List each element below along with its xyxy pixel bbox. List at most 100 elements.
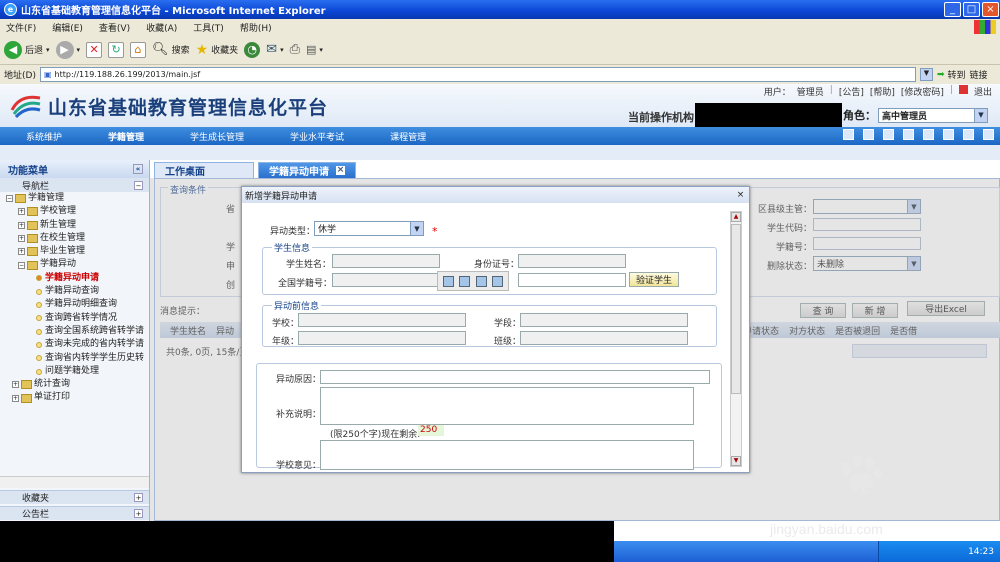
maximize-button[interactable]: □ <box>963 2 980 17</box>
national-no-input[interactable] <box>332 273 440 287</box>
nav-exam[interactable]: 学业水平考试 <box>290 130 344 143</box>
scroll-down-icon[interactable]: ▼ <box>731 456 741 466</box>
nav-panel-header[interactable]: 导航栏 − <box>0 178 149 192</box>
history-icon[interactable]: ◔ <box>244 41 261 58</box>
print-button[interactable]: ⎙ <box>290 42 300 57</box>
scroll-thumb[interactable] <box>731 224 741 394</box>
user-name: 管理员 <box>796 88 824 98</box>
opinion-textarea[interactable] <box>320 440 694 470</box>
grade-input[interactable] <box>298 331 466 345</box>
nav-tool-icon[interactable] <box>923 129 934 140</box>
tree-item[interactable]: + 统计查询 <box>6 378 149 391</box>
forward-arrow-icon: ▶ <box>55 40 74 59</box>
notice-link[interactable]: [公告] <box>839 85 864 98</box>
home-icon[interactable]: ⌂ <box>130 41 147 58</box>
address-dropdown-icon[interactable]: ▼ <box>919 68 933 81</box>
help-link[interactable]: [帮助] <box>870 85 895 98</box>
tree-item[interactable]: + 毕业生管理 <box>6 245 149 258</box>
menu-edit[interactable]: 编辑(E) <box>52 21 83 34</box>
windows-flag-icon <box>974 20 996 34</box>
national-no-input-2[interactable] <box>518 273 626 287</box>
verify-student-button[interactable]: 验证学生 <box>629 272 679 287</box>
search-button[interactable]: 🔍︎ 搜索 <box>152 42 190 57</box>
nav-tool-icon[interactable] <box>883 129 894 140</box>
chevron-down-icon: ▼ <box>410 222 423 235</box>
tree-item[interactable]: + 单证打印 <box>6 391 149 404</box>
tree-item[interactable]: − 学籍异动 <box>6 258 149 271</box>
tree-leaf[interactable]: 查询跨省转学情况 <box>6 312 149 325</box>
nav-tool-icon[interactable] <box>843 129 854 140</box>
menu-view[interactable]: 查看(V) <box>99 21 130 34</box>
role-select[interactable]: 高中管理员 ▼ <box>878 107 988 123</box>
nav-tool-icon[interactable] <box>983 129 994 140</box>
chevron-down-icon: ▼ <box>974 108 987 122</box>
close-button[interactable]: × <box>982 2 999 17</box>
save-icon[interactable] <box>443 275 455 287</box>
menu-favorites[interactable]: 收藏(A) <box>146 21 177 34</box>
id-card-input[interactable] <box>518 254 626 268</box>
tree-leaf[interactable]: 查询全国系统跨省转学请 <box>6 325 149 338</box>
favorites-panel[interactable]: 收藏夹 + <box>0 490 149 504</box>
minimize-button[interactable]: _ <box>944 2 961 17</box>
sidebar-header: 功能菜单 « <box>0 160 149 178</box>
print-icon[interactable] <box>459 275 471 287</box>
student-name-input[interactable] <box>332 254 440 268</box>
tree-item[interactable]: + 学校管理 <box>6 205 149 218</box>
close-tab-icon[interactable]: × <box>336 166 345 175</box>
address-input[interactable]: ▣ http://119.188.26.199/2013/main.jsf <box>39 67 916 82</box>
tree-leaf[interactable]: 学籍异动明细查询 <box>6 298 149 311</box>
reason-input[interactable] <box>320 370 710 384</box>
note-textarea[interactable] <box>320 387 694 425</box>
dialog-title-bar: 新增学籍异动申请 × <box>242 187 749 203</box>
forward-button[interactable]: ▶ ▾ <box>55 40 80 59</box>
notice-panel[interactable]: 公告栏 + <box>0 506 149 520</box>
go-button[interactable]: ➡ 转到 <box>936 68 966 82</box>
tree-leaf[interactable]: 查询未完成的省内转学请 <box>6 338 149 351</box>
nav-tool-icon[interactable] <box>943 129 954 140</box>
transfer-type-select[interactable]: 休学 ▼ <box>314 221 424 236</box>
tree-leaf[interactable]: 查询省内转学学生历史转 <box>6 352 149 365</box>
favorites-button[interactable]: ★ 收藏夹 <box>196 42 239 58</box>
change-password-link[interactable]: [修改密码] <box>901 85 944 98</box>
tree-leaf[interactable]: 问题学籍处理 <box>6 365 149 378</box>
page-icon: ▣ <box>43 70 52 79</box>
go-arrow-icon: ➡ <box>936 69 945 80</box>
mail-button[interactable]: ✉ ▾ <box>266 42 283 57</box>
nav-growth[interactable]: 学生成长管理 <box>190 130 244 143</box>
watermark-brand: Bai 经验 <box>770 480 909 518</box>
section-input[interactable] <box>520 313 688 327</box>
nav-enrollment[interactable]: 学籍管理 <box>108 130 144 143</box>
class-input[interactable] <box>520 331 688 345</box>
menu-help[interactable]: 帮助(H) <box>240 21 272 34</box>
nav-tool-icon[interactable] <box>863 129 874 140</box>
tab-desktop[interactable]: 工作桌面 <box>154 162 254 178</box>
tab-transfer-request[interactable]: 学籍异动申请 × <box>258 162 356 178</box>
school-input[interactable] <box>298 313 466 327</box>
collapse-icon[interactable]: « <box>133 164 143 174</box>
tree-item[interactable]: + 新生管理 <box>6 219 149 232</box>
scroll-up-icon[interactable]: ▲ <box>731 212 741 222</box>
nav-tool-icon[interactable] <box>963 129 974 140</box>
plus-icon: + <box>134 509 143 518</box>
dialog-scrollbar[interactable]: ▲ ▼ <box>730 211 742 467</box>
refresh-icon[interactable]: ↻ <box>108 41 125 58</box>
redacted-bottom <box>0 521 614 562</box>
tree-item[interactable]: + 在校生管理 <box>6 232 149 245</box>
menu-file[interactable]: 文件(F) <box>6 21 36 34</box>
tree-root[interactable]: − 学籍管理 <box>6 192 149 205</box>
logout-link[interactable]: 退出 <box>974 85 992 98</box>
tree-leaf[interactable]: 学籍异动查询 <box>6 285 149 298</box>
folder-icon[interactable] <box>491 275 503 287</box>
menu-tools[interactable]: 工具(T) <box>193 21 224 34</box>
tree-leaf-selected[interactable]: 学籍异动申请 <box>6 272 149 285</box>
mail-icon[interactable] <box>475 275 487 287</box>
sidebar-hscrollbar[interactable] <box>0 476 149 488</box>
nav-course[interactable]: 课程管理 <box>390 130 426 143</box>
dialog-close-icon[interactable]: × <box>736 190 745 200</box>
edit-button[interactable]: ▤ ▾ <box>306 43 323 56</box>
nav-system[interactable]: 系统维护 <box>26 130 62 143</box>
nav-tool-icon[interactable] <box>903 129 914 140</box>
back-button[interactable]: ◀ 后退 ▾ <box>4 40 50 59</box>
stop-icon[interactable]: ✕ <box>86 41 103 58</box>
links-label[interactable]: 链接 <box>970 68 988 81</box>
